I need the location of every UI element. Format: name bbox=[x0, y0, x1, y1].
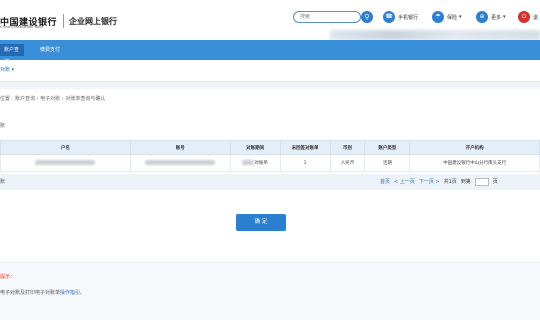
guide-link[interactable]: 操作指引 bbox=[60, 290, 80, 296]
search-icon[interactable]: ⚲ bbox=[361, 11, 373, 23]
main-nav: 账户查询 缴费支付 bbox=[0, 40, 540, 65]
cell-unsigned[interactable]: 1 bbox=[279, 154, 331, 172]
cell-account-type: 活期 bbox=[364, 154, 411, 172]
chevron-down-icon: ▾ bbox=[459, 14, 462, 20]
cell-account-number bbox=[129, 154, 231, 172]
logout-icon: ⏻ bbox=[518, 11, 530, 23]
phone-icon: ☎ bbox=[383, 11, 395, 23]
section-gap bbox=[0, 82, 540, 89]
pager-left-label: 账 bbox=[0, 179, 6, 185]
bank-logo[interactable]: 中国建设银行 China Construction Bank 企业网上银行 bbox=[0, 12, 117, 30]
prev-page-link[interactable]: < 上一页 bbox=[394, 174, 415, 190]
col-currency: 币别 bbox=[329, 140, 366, 155]
redacted-name bbox=[35, 160, 96, 165]
table-header-row: 户名 账号 对账期间 未回签对账单 币别 账户类型 开户机构 bbox=[0, 140, 540, 155]
sub-nav: 对账 ▾ bbox=[0, 60, 540, 82]
top-header: 中国建设银行 China Construction Bank 企业网上银行 搜索… bbox=[0, 0, 540, 40]
col-period: 对账期间 bbox=[229, 140, 281, 155]
tab-payment[interactable]: 缴费支付 bbox=[32, 44, 68, 56]
subnav-reconciliation[interactable]: 对账 ▾ bbox=[0, 66, 14, 73]
more-link[interactable]: ⊕ 更多 ▾ bbox=[476, 11, 506, 23]
redacted-account bbox=[145, 160, 216, 165]
page-number-input[interactable] bbox=[474, 178, 489, 186]
goto-label: 到第 bbox=[460, 179, 471, 185]
insurance-label: 保险 bbox=[447, 14, 458, 21]
redacted-period bbox=[242, 160, 255, 165]
first-page-link[interactable]: 首页 bbox=[380, 174, 390, 190]
cell-branch: 中国建设银行中山分行南头支行 bbox=[409, 154, 540, 172]
pagination-bar: 账 首页 < 上一页 下一页 > 共1页 到第 页 bbox=[0, 174, 540, 190]
cell-currency: 人民币 bbox=[329, 154, 366, 172]
umbrella-icon: ☂ bbox=[432, 11, 444, 23]
cell-account-name bbox=[0, 154, 131, 172]
tips-text: 电子对账及打印电子对账单操作指引。 bbox=[0, 290, 86, 296]
cell-period: 对账单 bbox=[229, 154, 281, 172]
col-account-type: 账户类型 bbox=[364, 140, 411, 155]
product-title: 企业网上银行 bbox=[69, 16, 118, 26]
search-input[interactable]: 搜索 bbox=[293, 11, 361, 23]
tab-account-query[interactable]: 账户查询 bbox=[0, 44, 24, 65]
logo-en-text: China Construction Bank bbox=[0, 25, 44, 29]
section-label: 账 bbox=[0, 123, 6, 129]
logo-divider bbox=[63, 14, 65, 28]
breadcrumb: 位置：账户查询 › 电子对账 › 对账单查询与确认 bbox=[0, 89, 540, 109]
tips-panel: 提示： 电子对账及打印电子对账单操作指引。 bbox=[0, 262, 540, 320]
tips-title: 提示： bbox=[0, 274, 16, 280]
account-table: 户名 账号 对账期间 未回签对账单 币别 账户类型 开户机构 对账单 1 人民币… bbox=[0, 140, 540, 172]
col-account-name: 户名 bbox=[0, 140, 131, 155]
chevron-down-icon: ▾ bbox=[503, 14, 506, 20]
col-branch: 开户机构 bbox=[409, 140, 540, 155]
next-page-link[interactable]: 下一页 > bbox=[419, 174, 440, 190]
redacted-user-info bbox=[330, 30, 540, 40]
confirm-button[interactable]: 确 定 bbox=[236, 214, 286, 231]
pagination: 首页 < 上一页 下一页 > 共1页 到第 页 bbox=[380, 174, 498, 190]
insurance-link[interactable]: ☂ 保险 ▾ bbox=[432, 11, 462, 23]
col-account-number: 账号 bbox=[129, 140, 231, 155]
mobile-bank-label: 手机银行 bbox=[398, 14, 419, 21]
logout-label: 退 bbox=[533, 14, 539, 21]
total-pages: 共1页 bbox=[443, 179, 457, 185]
more-label: 更多 bbox=[491, 14, 502, 21]
table-row[interactable]: 对账单 1 人民币 活期 中国建设银行中山分行南头支行 bbox=[0, 154, 540, 172]
logout-link[interactable]: ⏻ 退 bbox=[518, 11, 538, 23]
more-icon: ⊕ bbox=[476, 11, 488, 23]
mobile-bank-link[interactable]: ☎ 手机银行 bbox=[383, 11, 418, 23]
page-suffix: 页 bbox=[492, 179, 498, 185]
col-unsigned: 未回签对账单 bbox=[279, 140, 331, 155]
